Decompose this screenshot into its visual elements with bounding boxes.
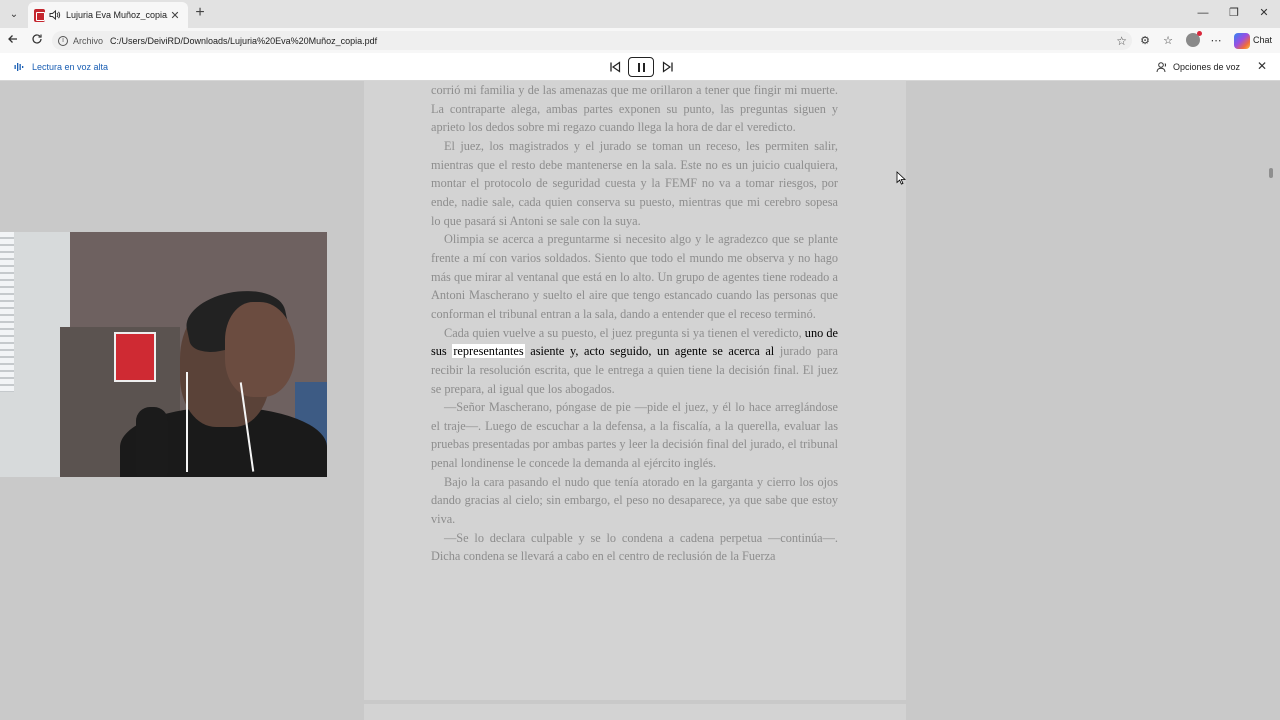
webcam-overlay <box>0 232 327 477</box>
paragraph-text: Cada quien vuelve a su puesto, el juez p… <box>444 325 805 340</box>
minimize-button[interactable]: — <box>1196 6 1210 20</box>
restore-button[interactable]: ❐ <box>1227 6 1241 20</box>
read-aloud-bar: Lectura en voz alta Opciones de voz ✕ <box>0 53 1280 81</box>
speaker-icon[interactable] <box>49 9 61 21</box>
tab-title: Lujuria Eva Muñoz_copia.pdf <box>66 10 168 20</box>
webcam-red-box <box>114 332 156 382</box>
read-aloud-label: Lectura en voz alta <box>32 62 109 72</box>
chat-label[interactable]: Chat <box>1253 35 1272 45</box>
pdf-file-icon <box>34 8 45 22</box>
pause-icon-bar <box>637 62 640 72</box>
extensions-icon[interactable]: ⚙ <box>1137 33 1153 49</box>
chevron-down-icon[interactable]: ⌄ <box>4 4 24 24</box>
webcam-person-hand <box>225 302 295 397</box>
avatar[interactable] <box>1186 31 1202 47</box>
refresh-button[interactable] <box>28 32 46 50</box>
voice-options-icon[interactable] <box>1156 61 1168 73</box>
navigation-bar: i Archivo C:/Users/DeiviRD/Downloads/Luj… <box>0 28 1280 53</box>
refresh-icon <box>32 34 42 44</box>
address-bar[interactable]: i Archivo C:/Users/DeiviRD/Downloads/Luj… <box>52 31 1132 50</box>
scrollbar-thumb[interactable] <box>1269 168 1273 178</box>
tab-active[interactable]: Lujuria Eva Muñoz_copia.pdf ✕ <box>28 2 188 28</box>
next-paragraph-icon[interactable] <box>661 60 675 74</box>
paragraph: Bajo la cara pasando el nudo que tenía a… <box>431 474 838 527</box>
webcam-microphone <box>136 407 168 477</box>
paragraph: El juez, los magistrados y el jurado se … <box>431 138 838 228</box>
voice-options-button[interactable]: Opciones de voz <box>1173 62 1240 72</box>
pdf-page-next <box>364 704 906 720</box>
previous-paragraph-icon[interactable] <box>608 60 622 74</box>
highlighted-word: representantes <box>452 344 525 359</box>
mouse-cursor-icon <box>896 171 906 185</box>
webcam-window-blinds <box>0 232 14 392</box>
favorites-icon[interactable]: ☆ <box>1160 33 1176 49</box>
close-window-button[interactable]: ✕ <box>1257 6 1271 20</box>
address-scheme-label: Archivo <box>73 35 104 46</box>
read-aloud-icon <box>14 63 24 71</box>
current-sentence-text: asiente y, acto seguido, un agente se ac… <box>524 344 775 359</box>
pdf-page: corrió mi familia y de las amenazas que … <box>364 81 906 700</box>
more-icon[interactable]: ⋯ <box>1208 33 1224 49</box>
paragraph: —Se lo declara culpable y se lo condena … <box>431 530 838 564</box>
star-icon[interactable]: ☆ <box>1116 34 1127 48</box>
paragraph: Olimpia se acerca a preguntarme si neces… <box>431 232 838 321</box>
copilot-icon[interactable] <box>1234 33 1250 49</box>
pause-icon-bar <box>642 62 645 72</box>
pause-button[interactable] <box>628 57 654 77</box>
tab-close-icon[interactable]: ✕ <box>168 9 182 22</box>
back-button[interactable] <box>4 32 22 50</box>
close-read-aloud-icon[interactable]: ✕ <box>1255 59 1269 73</box>
paragraph: corrió mi familia y de las amenazas que … <box>431 83 838 135</box>
tab-strip: ⌄ Lujuria Eva Muñoz_copia.pdf ✕ + — ❐ ✕ <box>0 0 1280 28</box>
info-icon[interactable]: i <box>58 35 68 46</box>
paragraph-current: Cada quien vuelve a su puesto, el juez p… <box>431 324 838 399</box>
webcam-earphone-cable <box>186 372 188 472</box>
address-url[interactable]: C:/Users/DeiviRD/Downloads/Lujuria%20Eva… <box>110 36 377 46</box>
paragraph: —Señor Mascherano, póngase de pie —pide … <box>431 400 838 471</box>
page-text: corrió mi familia y de las amenazas que … <box>431 81 838 566</box>
new-tab-button[interactable]: + <box>192 5 208 21</box>
arrow-left-icon <box>8 35 17 43</box>
